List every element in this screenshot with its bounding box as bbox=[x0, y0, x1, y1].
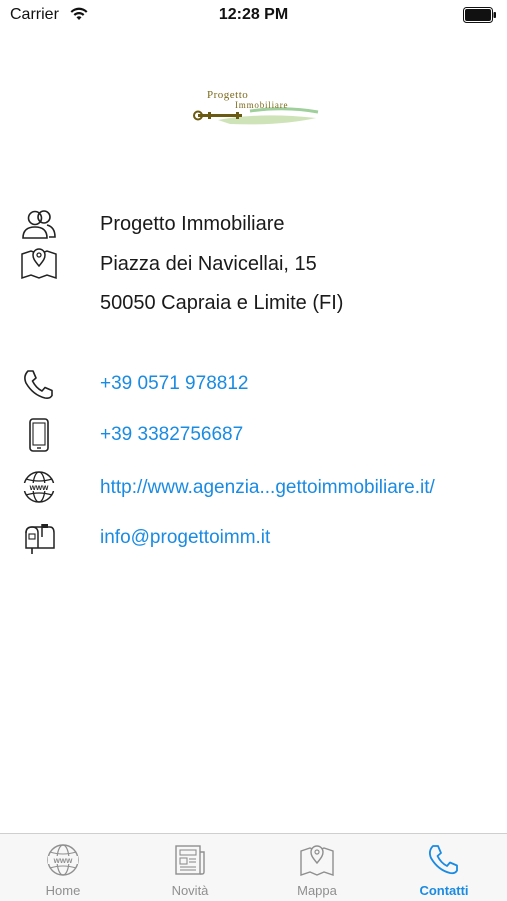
tab-mappa[interactable]: Mappa bbox=[254, 834, 380, 901]
mobile-link[interactable]: +39 3382756687 bbox=[100, 424, 243, 446]
svg-text:www: www bbox=[53, 856, 73, 865]
company-logo: Progetto Immobiliare bbox=[190, 84, 322, 130]
map-icon bbox=[299, 842, 335, 878]
tab-contatti[interactable]: Contatti bbox=[381, 834, 507, 901]
tab-bar: www Home Novità Mappa Contatti bbox=[0, 833, 507, 901]
newspaper-icon bbox=[172, 842, 208, 878]
people-icon bbox=[20, 209, 58, 243]
map-pin-icon bbox=[20, 246, 58, 280]
tab-novita[interactable]: Novità bbox=[127, 834, 253, 901]
phone-link[interactable]: +39 0571 978812 bbox=[100, 373, 248, 395]
address-line-1: Piazza dei Navicellai, 15 bbox=[100, 253, 317, 275]
tab-contatti-label: Contatti bbox=[419, 883, 469, 898]
phone-icon bbox=[20, 367, 58, 401]
logo-text-line2: Immobiliare bbox=[235, 100, 289, 110]
globe-icon: www bbox=[45, 842, 81, 878]
mailbox-icon bbox=[20, 521, 58, 555]
tab-home-label: Home bbox=[45, 883, 81, 898]
smartphone-icon bbox=[20, 417, 58, 452]
tab-mappa-label: Mappa bbox=[297, 883, 337, 898]
phone-icon bbox=[426, 842, 462, 878]
contact-name: Progetto Immobiliare bbox=[100, 213, 285, 235]
battery-icon bbox=[463, 7, 497, 28]
globe-www-icon: www bbox=[20, 470, 58, 504]
website-link[interactable]: http://www.agenzia...gettoimmobiliare.it… bbox=[100, 477, 435, 499]
clock: 12:28 PM bbox=[218, 6, 289, 23]
tab-home[interactable]: www Home bbox=[0, 834, 126, 901]
tab-novita-label: Novità bbox=[171, 883, 209, 898]
svg-text:www: www bbox=[29, 483, 49, 492]
email-link[interactable]: info@progettoimm.it bbox=[100, 527, 270, 549]
address-line-2: 50050 Capraia e Limite (FI) bbox=[100, 292, 344, 314]
status-bar: Carrier 12:28 PM bbox=[0, 0, 507, 32]
